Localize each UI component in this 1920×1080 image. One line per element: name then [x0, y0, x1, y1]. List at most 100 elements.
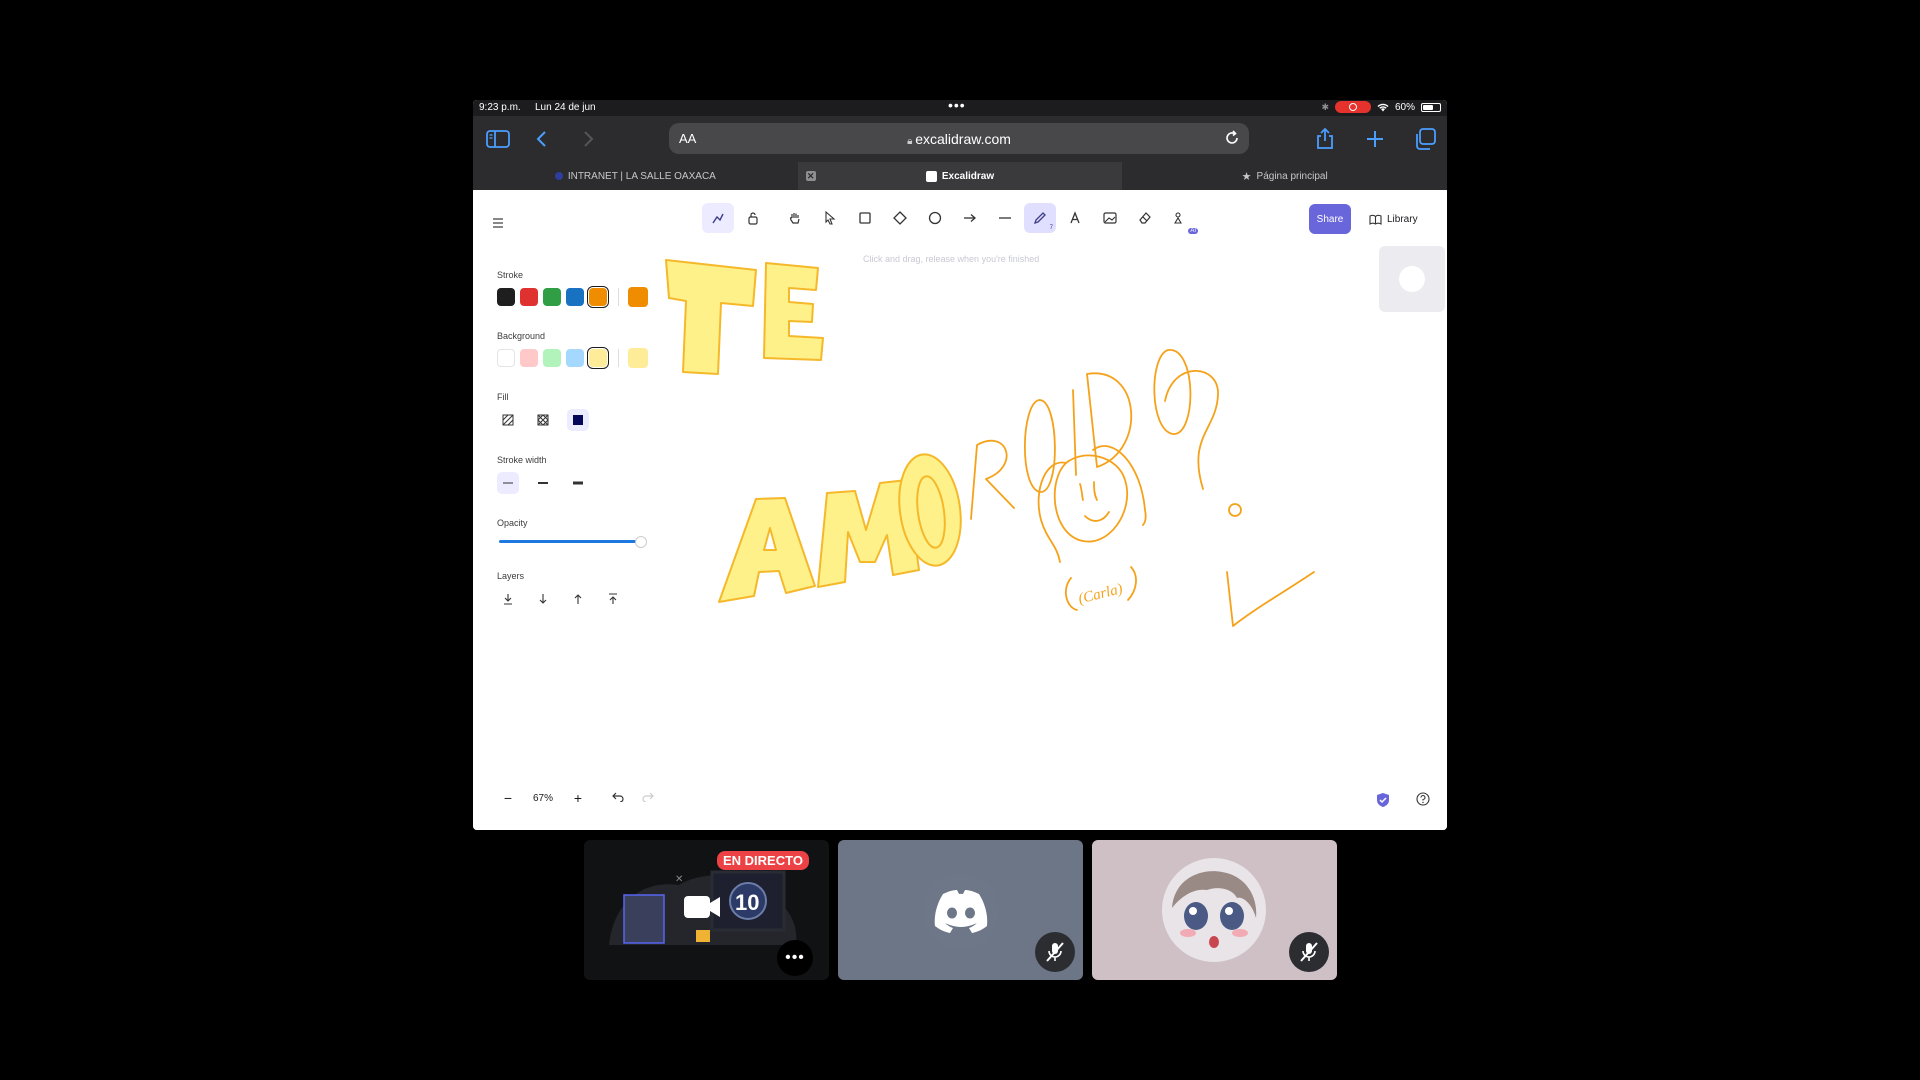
more-tools-icon[interactable]: AI [1164, 203, 1198, 234]
line-icon[interactable] [989, 203, 1021, 233]
multitasking-dots-icon[interactable]: ••• [948, 100, 966, 113]
lock-icon[interactable] [737, 203, 769, 233]
stream-tile[interactable]: 10 ✕ EN DIRECTO ••• [584, 840, 829, 980]
main-menu-icon[interactable] [491, 216, 505, 234]
tab-label: Excalidraw [941, 170, 995, 182]
face-outline [1053, 454, 1128, 543]
discord-user-tile[interactable] [838, 840, 1083, 980]
letter-r [970, 439, 1015, 520]
fill-options [497, 409, 667, 431]
tab-home[interactable]: ★ Página principal [1122, 162, 1447, 190]
user-avatar [1162, 858, 1266, 962]
stroke-width-options [497, 472, 667, 494]
eraser-icon[interactable] [1129, 203, 1161, 233]
stroke-blue-swatch[interactable] [566, 288, 584, 306]
tool-lock-shape[interactable] [702, 203, 734, 233]
eyes [1079, 481, 1098, 501]
stroke-bold-icon[interactable] [532, 472, 554, 494]
diamond-icon[interactable] [884, 203, 916, 233]
question-mark [1164, 370, 1219, 490]
fill-crosshatch-icon[interactable] [532, 409, 554, 431]
zoom-level[interactable]: 67% [523, 793, 563, 804]
fill-solid-icon[interactable] [567, 409, 589, 431]
status-time: 9:23 p.m. [479, 102, 521, 113]
new-tab-icon[interactable] [1360, 124, 1390, 154]
help-icon[interactable] [1416, 792, 1430, 811]
layer-buttons [497, 588, 667, 610]
letter-a [718, 497, 816, 603]
text-icon[interactable] [1059, 203, 1091, 233]
letter-e [763, 262, 824, 361]
zoom-controls: − 67% + [493, 790, 663, 806]
image-icon[interactable] [1094, 203, 1126, 233]
bring-forward-icon[interactable] [567, 588, 589, 610]
share-button[interactable]: Share [1309, 204, 1351, 234]
stroke-orange-swatch[interactable] [587, 286, 609, 308]
bg-yellow-swatch[interactable] [587, 347, 609, 369]
library-button[interactable]: Library [1369, 204, 1418, 234]
selection-icon[interactable] [814, 203, 846, 233]
check-stroke [1226, 571, 1315, 627]
status-right: ✱ 60% [1321, 101, 1441, 113]
ai-badge: AI [1188, 228, 1198, 234]
url-text: 🔒︎ excalidraw.com [669, 131, 1249, 147]
bg-pink-swatch[interactable] [520, 349, 538, 367]
zoom-out-icon[interactable]: − [493, 790, 523, 806]
bg-transparent-swatch[interactable] [497, 349, 515, 367]
tab-excalidraw[interactable]: ✕ Excalidraw [797, 162, 1123, 190]
close-tab-icon[interactable]: ✕ [805, 171, 816, 181]
discord-logo-icon [923, 873, 999, 949]
encryption-shield-icon[interactable] [1376, 792, 1390, 813]
tab-bar: INTRANET | LA SALLE OAXACA ✕ Excalidraw … [473, 162, 1447, 190]
excalidraw-canvas[interactable]: (Carla) 7 AI Share Library Click and dra… [473, 190, 1447, 830]
opacity-knob[interactable] [635, 536, 647, 548]
tabs-overview-icon[interactable] [1410, 124, 1440, 154]
shape-toolbar: 7 AI [702, 202, 1198, 234]
stroke-swatches [497, 286, 667, 308]
address-bar[interactable]: AA 🔒︎ excalidraw.com [669, 123, 1249, 154]
opacity-track [499, 540, 639, 543]
fill-label: Fill [497, 392, 509, 402]
redo-icon[interactable] [633, 792, 663, 805]
book-icon [1369, 214, 1382, 225]
forward-icon[interactable] [573, 124, 603, 154]
more-options-icon[interactable]: ••• [777, 940, 813, 976]
ellipse-icon[interactable] [919, 203, 951, 233]
stroke-green-swatch[interactable] [543, 288, 561, 306]
fill-hachure-icon[interactable] [497, 409, 519, 431]
stroke-extra-bold-icon[interactable] [567, 472, 589, 494]
opacity-slider[interactable] [497, 535, 647, 548]
send-backward-icon[interactable] [532, 588, 554, 610]
letter-t [665, 259, 757, 375]
share-sheet-icon[interactable] [1310, 124, 1340, 154]
star-icon: ★ [1241, 170, 1252, 183]
letter-o3 [1153, 349, 1192, 435]
stroke-current-color[interactable] [628, 287, 648, 307]
collaborator-avatar[interactable] [1379, 246, 1445, 312]
bring-to-front-icon[interactable] [602, 588, 624, 610]
bg-current-color[interactable] [628, 348, 648, 368]
anime-user-tile[interactable] [1092, 840, 1337, 980]
background-swatches [497, 347, 667, 369]
screen-recording-icon[interactable] [1334, 101, 1371, 113]
bg-blue-swatch[interactable] [566, 349, 584, 367]
stroke-red-swatch[interactable] [520, 288, 538, 306]
send-to-back-icon[interactable] [497, 588, 519, 610]
reload-icon[interactable] [1223, 129, 1241, 147]
status-bar: 9:23 p.m. Lun 24 de jun ••• ✱ 60% [473, 100, 1447, 116]
intranet-favicon-icon [554, 172, 563, 180]
arrow-icon[interactable] [954, 203, 986, 233]
hand-icon[interactable] [779, 203, 811, 233]
excalidraw-favicon-icon [925, 170, 937, 182]
tab-intranet[interactable]: INTRANET | LA SALLE OAXACA [473, 162, 798, 190]
undo-icon[interactable] [603, 792, 633, 805]
stroke-thin-icon[interactable] [497, 472, 519, 494]
stroke-black-swatch[interactable] [497, 288, 515, 306]
bg-green-swatch[interactable] [543, 349, 561, 367]
zoom-in-icon[interactable]: + [563, 790, 593, 806]
back-icon[interactable] [527, 124, 557, 154]
pencil-icon[interactable]: 7 [1024, 203, 1056, 233]
bluetooth-icon: ✱ [1321, 101, 1329, 112]
rectangle-icon[interactable] [849, 203, 881, 233]
sidebar-icon[interactable] [483, 124, 513, 154]
